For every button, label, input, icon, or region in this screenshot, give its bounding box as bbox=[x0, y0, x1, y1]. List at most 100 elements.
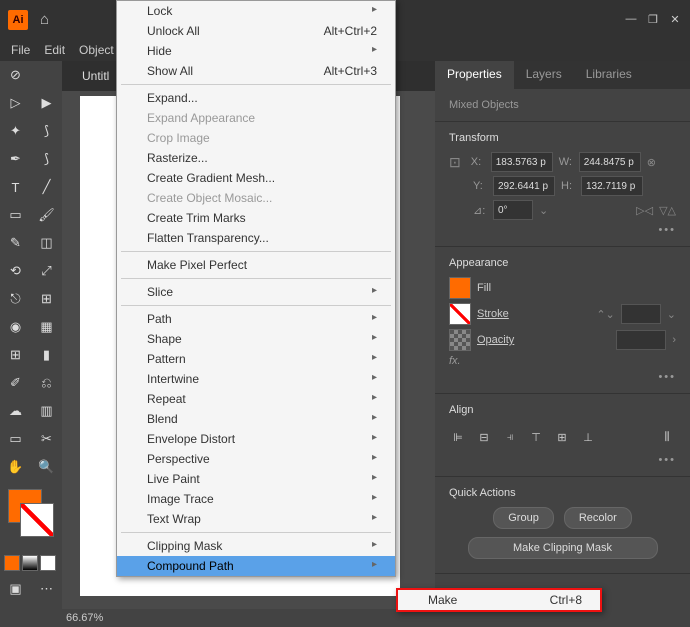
flip-v-icon[interactable]: ▽△ bbox=[659, 204, 676, 217]
opacity-arrow-icon[interactable]: › bbox=[672, 334, 676, 346]
line-tool-icon[interactable]: ╱ bbox=[31, 173, 62, 201]
edit-toolbar-icon[interactable]: ⋯ bbox=[31, 575, 62, 603]
symbol-tool-icon[interactable]: ☁ bbox=[0, 397, 31, 425]
close-button[interactable]: ✕ bbox=[666, 13, 684, 26]
fill-color-swatch[interactable] bbox=[449, 277, 471, 299]
menu-file[interactable]: File bbox=[4, 41, 37, 59]
rotate-tool-icon[interactable]: ⟲ bbox=[0, 257, 31, 285]
x-input[interactable] bbox=[491, 152, 553, 172]
angle-input[interactable] bbox=[493, 200, 533, 220]
align-vcenter-icon[interactable]: ⊞ bbox=[553, 428, 571, 446]
menu-item[interactable]: Unlock AllAlt+Ctrl+2 bbox=[117, 21, 395, 41]
perspective-tool-icon[interactable]: ▦ bbox=[31, 313, 62, 341]
menu-item[interactable]: Blend bbox=[117, 409, 395, 429]
angle-dropdown-icon[interactable]: ⌄ bbox=[539, 204, 548, 217]
blend-tool-icon[interactable]: ⎌ bbox=[31, 369, 62, 397]
screen-mode-icon[interactable]: ▣ bbox=[0, 575, 31, 603]
submenu-make[interactable]: Make Ctrl+8 bbox=[398, 590, 600, 610]
menu-item[interactable]: Pattern bbox=[117, 349, 395, 369]
zoom-tool-icon[interactable]: 🔍 bbox=[31, 453, 62, 481]
h-input[interactable] bbox=[581, 176, 643, 196]
y-input[interactable] bbox=[493, 176, 555, 196]
artboard-tool-icon[interactable]: ▭ bbox=[0, 425, 31, 453]
menu-item[interactable]: Path bbox=[117, 309, 395, 329]
flip-h-icon[interactable]: ▷◁ bbox=[636, 204, 653, 217]
menu-item[interactable]: Intertwine bbox=[117, 369, 395, 389]
menu-edit[interactable]: Edit bbox=[37, 41, 72, 59]
menu-item[interactable]: Rasterize... bbox=[117, 148, 395, 168]
brush-tool-icon[interactable]: 🖌 bbox=[31, 201, 62, 229]
menu-item[interactable]: Make Pixel Perfect bbox=[117, 255, 395, 275]
reference-point-icon[interactable]: ⊡ bbox=[449, 154, 461, 171]
graph-tool-icon[interactable]: ▥ bbox=[31, 397, 62, 425]
menu-item[interactable]: Slice bbox=[117, 282, 395, 302]
direct-selection-tool-icon[interactable]: ▶ bbox=[31, 89, 62, 117]
rectangle-tool-icon[interactable]: ▭ bbox=[0, 201, 31, 229]
wand-tool-icon[interactable]: ✦ bbox=[0, 117, 31, 145]
opacity-swatch[interactable] bbox=[449, 329, 471, 351]
shaper-tool-icon[interactable]: ✎ bbox=[0, 229, 31, 257]
scale-tool-icon[interactable]: ⤢ bbox=[31, 257, 62, 285]
stroke-color-swatch[interactable] bbox=[449, 303, 471, 325]
hand-tool-icon[interactable]: ✋ bbox=[0, 453, 31, 481]
shape-builder-icon[interactable]: ◉ bbox=[0, 313, 31, 341]
menu-item[interactable]: Hide bbox=[117, 41, 395, 61]
appearance-more-icon[interactable]: ••• bbox=[449, 371, 676, 383]
eraser-tool-icon[interactable]: ◫ bbox=[31, 229, 62, 257]
menu-item[interactable]: Clipping Mask bbox=[117, 536, 395, 556]
width-tool-icon[interactable]: ⎋ bbox=[0, 285, 31, 313]
stroke-weight-stepper[interactable]: ⌃⌄ bbox=[596, 308, 614, 321]
recolor-button[interactable]: Recolor bbox=[564, 507, 632, 529]
no-tool-icon[interactable]: ⊘ bbox=[0, 61, 31, 89]
minimize-button[interactable]: — bbox=[622, 13, 640, 26]
menu-item[interactable]: Expand... bbox=[117, 88, 395, 108]
menu-item[interactable]: Show AllAlt+Ctrl+3 bbox=[117, 61, 395, 81]
tab-properties[interactable]: Properties bbox=[435, 61, 514, 89]
none-mode-swatch[interactable] bbox=[40, 555, 56, 571]
home-icon[interactable]: ⌂ bbox=[40, 11, 49, 28]
gradient-mode-swatch[interactable] bbox=[22, 555, 38, 571]
make-clipping-mask-button[interactable]: Make Clipping Mask bbox=[468, 537, 658, 559]
more-options-icon[interactable]: ••• bbox=[449, 224, 676, 236]
align-left-icon[interactable]: ⊫ bbox=[449, 428, 467, 446]
document-tab[interactable]: Untitl bbox=[82, 69, 109, 83]
free-transform-icon[interactable]: ⊞ bbox=[31, 285, 62, 313]
type-tool-icon[interactable]: T bbox=[0, 173, 31, 201]
menu-item[interactable]: Create Trim Marks bbox=[117, 208, 395, 228]
menu-item[interactable]: Flatten Transparency... bbox=[117, 228, 395, 248]
align-more-icon[interactable]: ••• bbox=[449, 454, 676, 466]
menu-item[interactable]: Lock bbox=[117, 1, 395, 21]
restore-button[interactable]: ❐ bbox=[644, 13, 662, 26]
group-button[interactable]: Group bbox=[493, 507, 554, 529]
menu-item[interactable]: Create Gradient Mesh... bbox=[117, 168, 395, 188]
mesh-tool-icon[interactable]: ⊞ bbox=[0, 341, 31, 369]
align-bottom-icon[interactable]: ⊥ bbox=[579, 428, 597, 446]
tab-libraries[interactable]: Libraries bbox=[574, 61, 644, 89]
distribute-icon[interactable]: ⫼ bbox=[658, 428, 676, 446]
fx-label[interactable]: fx. bbox=[449, 355, 461, 367]
selection-tool-icon[interactable]: ▷ bbox=[0, 89, 31, 117]
lasso-tool-icon[interactable]: ⟆ bbox=[31, 117, 62, 145]
slice-tool-icon[interactable]: ✂ bbox=[31, 425, 62, 453]
menu-item[interactable]: Perspective bbox=[117, 449, 395, 469]
opacity-input[interactable] bbox=[616, 330, 666, 350]
menu-item[interactable]: Text Wrap bbox=[117, 509, 395, 529]
tab-layers[interactable]: Layers bbox=[514, 61, 574, 89]
stroke-dropdown-icon[interactable]: ⌄ bbox=[667, 308, 676, 321]
pen-tool-icon[interactable]: ✒ bbox=[0, 145, 31, 173]
menu-item[interactable]: Envelope Distort bbox=[117, 429, 395, 449]
menu-item[interactable]: Repeat bbox=[117, 389, 395, 409]
align-right-icon[interactable]: ⫣ bbox=[501, 428, 519, 446]
eyedropper-tool-icon[interactable]: ✐ bbox=[0, 369, 31, 397]
menu-item[interactable]: Compound Path bbox=[117, 556, 395, 576]
menu-object[interactable]: Object bbox=[72, 41, 121, 59]
menu-item[interactable]: Live Paint bbox=[117, 469, 395, 489]
w-input[interactable] bbox=[579, 152, 641, 172]
align-hcenter-icon[interactable]: ⊟ bbox=[475, 428, 493, 446]
stroke-swatch[interactable] bbox=[20, 503, 54, 537]
menu-item[interactable]: Image Trace bbox=[117, 489, 395, 509]
link-icon[interactable]: ⊗ bbox=[647, 156, 656, 169]
stroke-weight-input[interactable] bbox=[621, 304, 661, 324]
align-top-icon[interactable]: ⊤ bbox=[527, 428, 545, 446]
gradient-tool-icon[interactable]: ▮ bbox=[31, 341, 62, 369]
